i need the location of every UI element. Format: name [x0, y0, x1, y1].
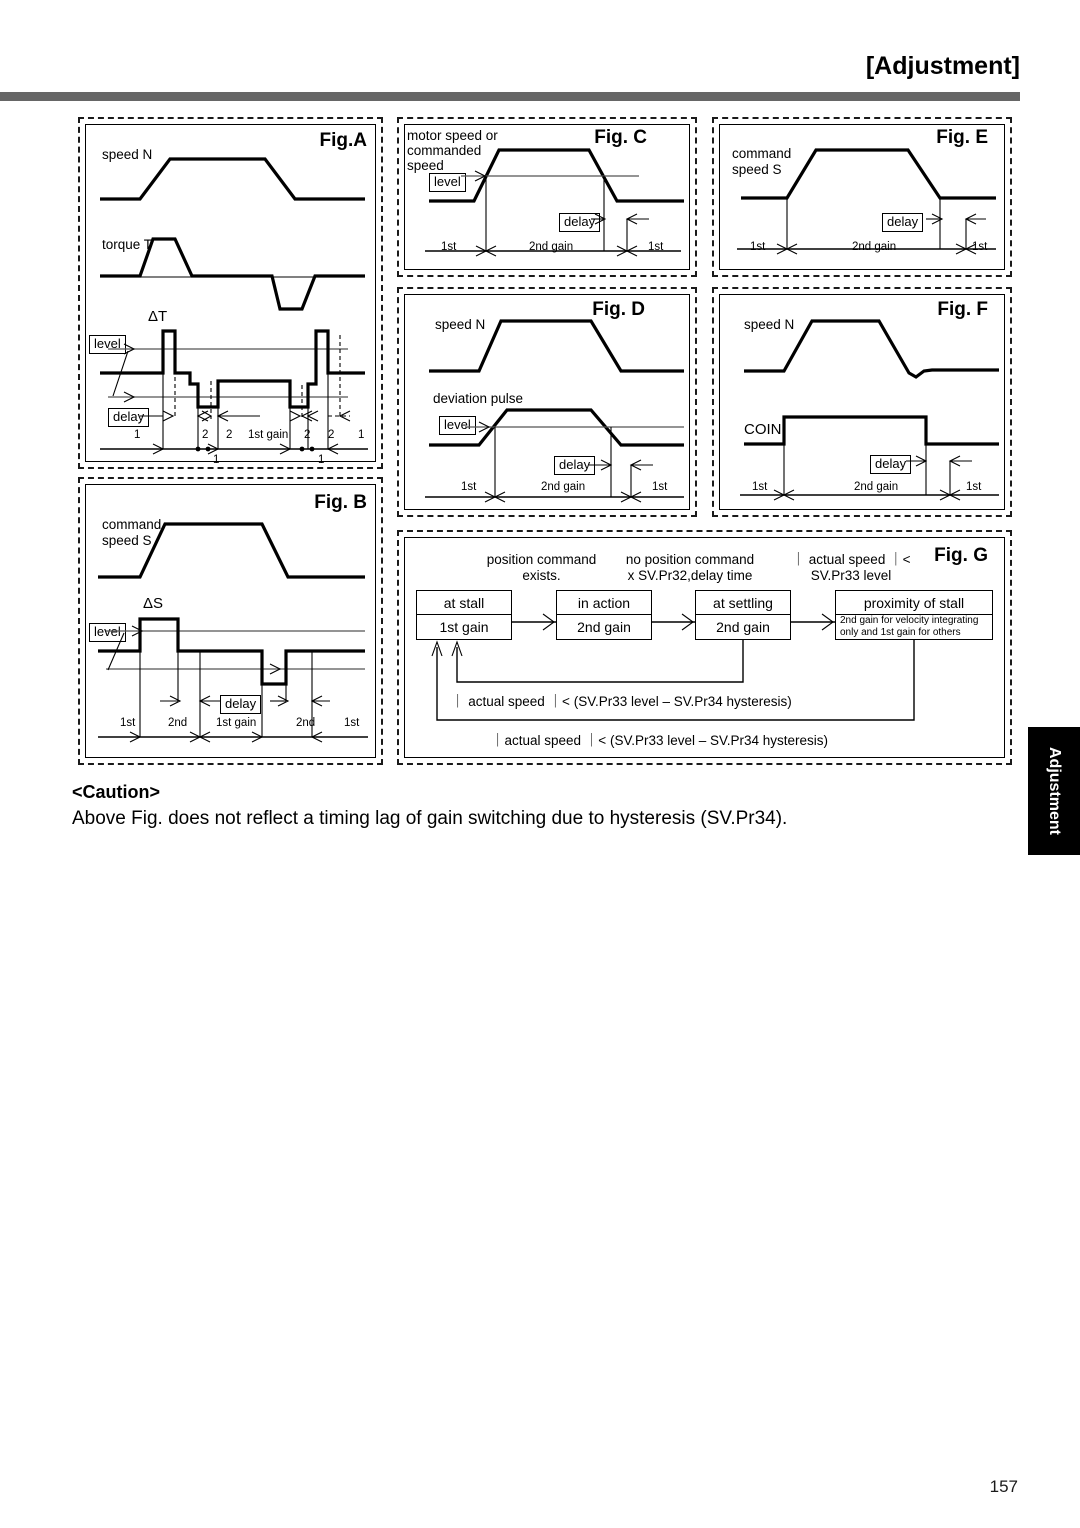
figure-panel-c: Fig. C motor speed or commanded speed le…	[397, 117, 697, 277]
page-title: [Adjustment]	[865, 52, 1020, 80]
figure-panel-g: Fig. G position command exists. no posit…	[397, 530, 1012, 765]
figure-panel-b: Fig. B command speed S ΔS level delay 1s…	[78, 477, 383, 765]
side-tab-adjustment: Adjustment	[1028, 727, 1080, 855]
caution-heading: <Caution>	[72, 782, 161, 802]
header-rule	[0, 92, 1020, 101]
figure-panel-e: Fig. E command speed S delay 1st 2nd gai…	[712, 117, 1012, 277]
figure-panel-f: Fig. F speed N COIN delay 1st 2nd gain 1…	[712, 287, 1012, 517]
page-number: 157	[989, 1477, 1018, 1496]
figure-c-graphics	[425, 148, 684, 257]
document-page: [Adjustment] Adjustment Fig.A speed N to…	[0, 0, 1080, 1528]
figure-b-graphics	[98, 522, 368, 743]
figure-g-graphics	[431, 613, 915, 721]
figure-panel-d: Fig. D speed N deviation pulse level del…	[397, 287, 697, 517]
figure-panel-a: Fig.A speed N torque T ΔT level delay 1 …	[78, 117, 383, 469]
figure-f-graphics	[740, 319, 999, 501]
side-tab-label: Adjustment	[1046, 747, 1063, 835]
figure-a-graphics	[100, 157, 368, 455]
caution-text: Above Fig. does not reflect a timing lag…	[72, 808, 788, 829]
figure-e-graphics	[737, 148, 996, 255]
figure-d-graphics	[425, 319, 684, 503]
